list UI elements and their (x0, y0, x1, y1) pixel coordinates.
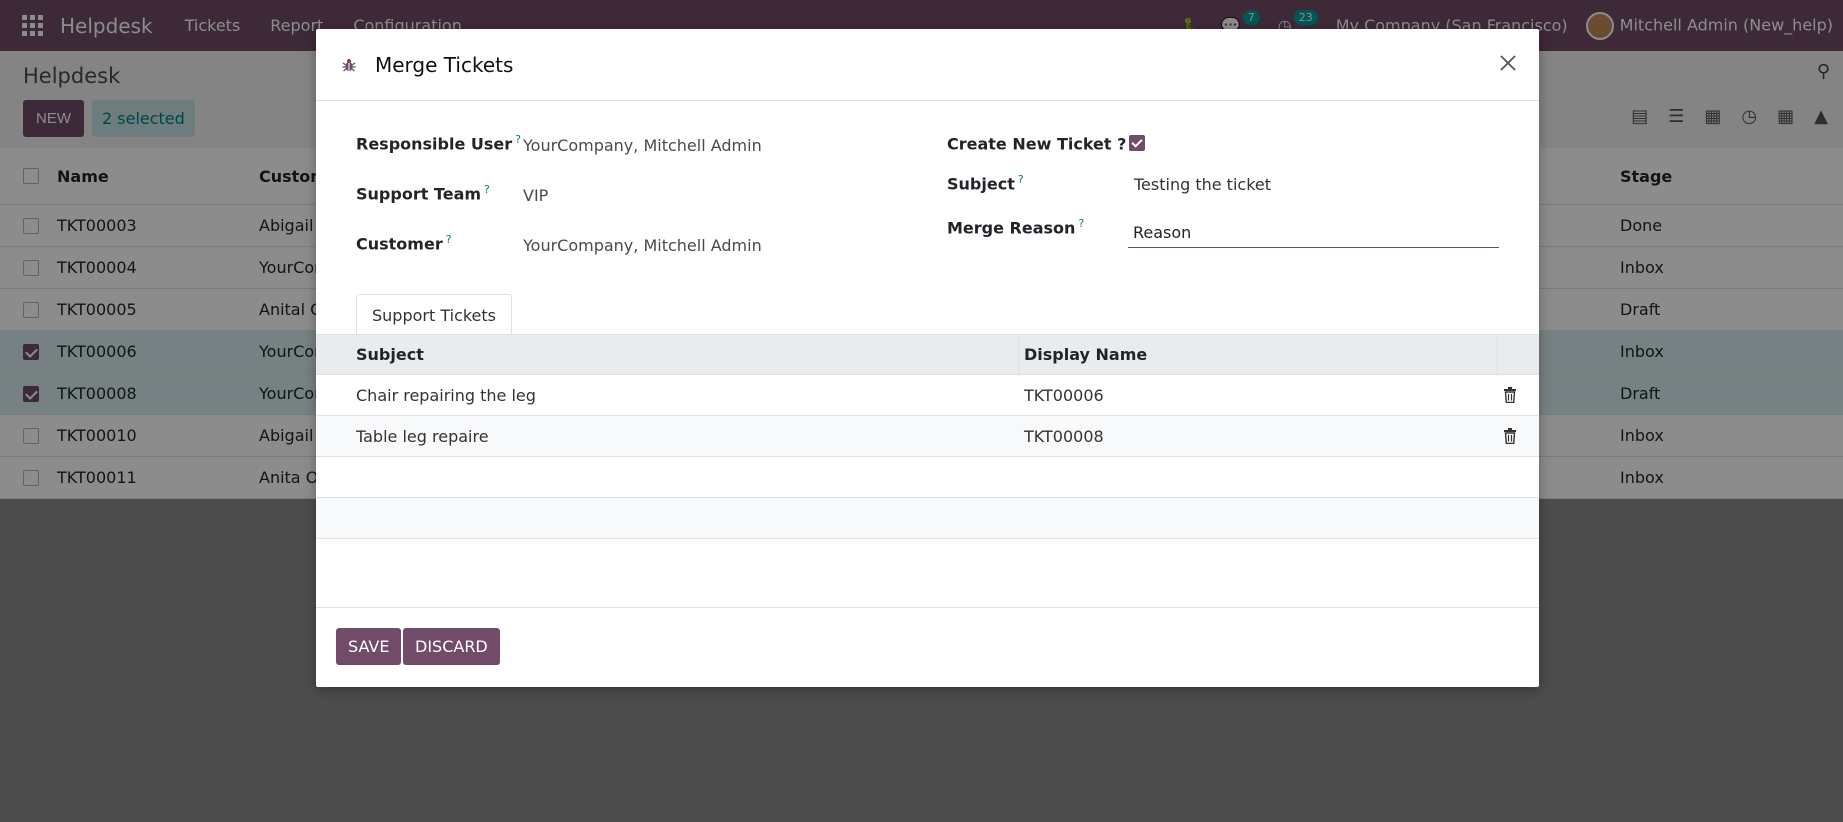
col-subject-header[interactable]: Subject (356, 345, 424, 364)
subject-field[interactable]: Testing the ticket (1134, 175, 1271, 194)
table-row[interactable]: Table leg repaire TKT00008 (316, 416, 1539, 457)
save-button[interactable]: SAVE (336, 628, 402, 665)
responsible-user-label: Responsible User? (356, 133, 521, 154)
dialog-title: Merge Tickets (375, 52, 514, 77)
customer-value[interactable]: YourCompany, Mitchell Admin (523, 236, 762, 255)
empty-row (316, 498, 1539, 539)
responsible-user-value[interactable]: YourCompany, Mitchell Admin (523, 136, 762, 155)
empty-row (316, 457, 1539, 498)
customer-label: Customer? (356, 233, 452, 254)
create-new-ticket-checkbox[interactable] (1129, 135, 1145, 151)
close-button[interactable] (1495, 51, 1521, 77)
table-header: Subject Display Name (316, 334, 1539, 376)
help-icon[interactable]: ? (484, 183, 490, 196)
help-icon[interactable]: ? (1018, 173, 1024, 186)
trash-icon (1504, 428, 1516, 444)
merge-tickets-dialog: Merge Tickets Responsible User? YourComp… (316, 29, 1539, 687)
discard-button[interactable]: DISCARD (403, 628, 500, 665)
row-subject: Chair repairing the leg (356, 385, 536, 405)
col-display-name-header[interactable]: Display Name (1024, 345, 1147, 364)
help-icon[interactable]: ? (1078, 217, 1084, 230)
dialog-footer: SAVE DISCARD (316, 607, 1539, 687)
bug-icon (341, 57, 357, 73)
subject-label: Subject? (947, 173, 1024, 194)
dialog-header: Merge Tickets (316, 29, 1539, 101)
tab-support-tickets[interactable]: Support Tickets (356, 294, 513, 335)
delete-row-button[interactable] (1503, 428, 1517, 444)
merge-reason-input[interactable] (1128, 217, 1499, 248)
support-tickets-table: Subject Display Name Chair repairing the… (316, 334, 1539, 539)
support-team-value[interactable]: VIP (523, 186, 548, 205)
help-icon[interactable]: ? (515, 133, 521, 146)
table-row[interactable]: Chair repairing the leg TKT00006 (316, 375, 1539, 416)
create-new-ticket-label: Create New Ticket ?? (947, 133, 1135, 153)
row-subject: Table leg repaire (356, 426, 489, 446)
help-icon[interactable]: ? (446, 233, 452, 246)
close-icon (1500, 54, 1516, 71)
row-display-name: TKT00006 (1024, 385, 1104, 405)
row-display-name: TKT00008 (1024, 426, 1104, 446)
delete-row-button[interactable] (1503, 387, 1517, 403)
merge-reason-label: Merge Reason? (947, 217, 1085, 238)
support-team-label: Support Team? (356, 183, 490, 204)
trash-icon (1504, 387, 1516, 403)
